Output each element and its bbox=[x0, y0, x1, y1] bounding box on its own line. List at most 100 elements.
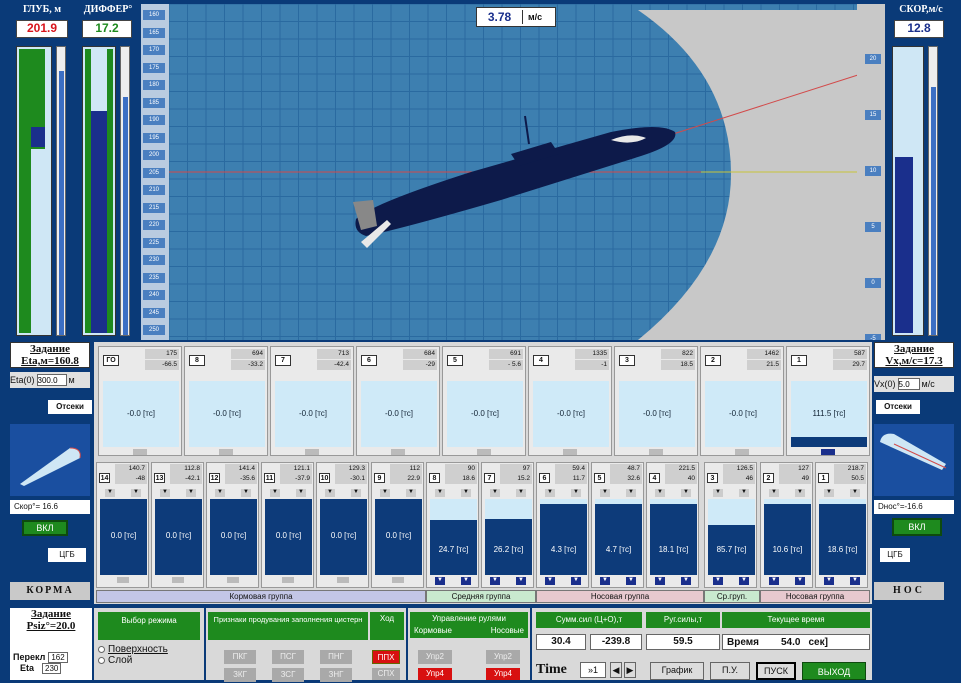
valve-left-icon[interactable]: ▼ bbox=[490, 489, 500, 497]
radio-layer[interactable] bbox=[98, 657, 105, 664]
signal-button[interactable]: ЗКГ bbox=[224, 668, 256, 682]
valve-right-icon[interactable]: ▼ bbox=[131, 489, 141, 497]
top-tank-cell[interactable]: 4 1335 -1 -0.0 [тс] bbox=[528, 346, 612, 456]
bottom-tank-cell[interactable]: 1 218.7 50.5 ▼ ▼ 18.6 [тс] ▼ ▼ bbox=[815, 462, 868, 588]
blow-right-icon[interactable]: ▼ bbox=[681, 577, 691, 585]
mode-option-layer[interactable]: Слой bbox=[94, 655, 204, 666]
valve-right-icon[interactable]: ▼ bbox=[571, 489, 581, 497]
upr2-stern-button[interactable]: Упр2 bbox=[418, 650, 452, 664]
time-right-arrow-icon[interactable]: ▶ bbox=[624, 662, 636, 678]
blow-left-icon[interactable]: ▼ bbox=[545, 577, 555, 585]
upr4-stern-button[interactable]: Упр4 bbox=[418, 668, 452, 680]
valve-left-icon[interactable]: ▼ bbox=[270, 489, 280, 497]
valve-right-icon[interactable]: ▼ bbox=[516, 489, 526, 497]
speed-slider[interactable] bbox=[928, 46, 938, 336]
bottom-tank-cell[interactable]: 2 127 49 ▼ ▼ 10.6 [тс] ▼ ▼ bbox=[760, 462, 813, 588]
upr4-bow-button[interactable]: Упр4 bbox=[486, 668, 520, 680]
bottom-tank-cell[interactable]: 5 48.7 32.6 ▼ ▼ 4.7 [тс] ▼ ▼ bbox=[591, 462, 644, 588]
signal-button[interactable]: ПНГ bbox=[320, 650, 352, 664]
bottom-tank-cell[interactable]: 6 59.4 11.7 ▼ ▼ 4.3 [тс] ▼ ▼ bbox=[536, 462, 589, 588]
bottom-tank-cell[interactable]: 4 221.5 40 ▼ ▼ 18.1 [тс] ▼ ▼ bbox=[646, 462, 699, 588]
time-left-arrow-icon[interactable]: ◀ bbox=[610, 662, 622, 678]
ppx-button[interactable]: ППХ bbox=[372, 650, 400, 664]
exit-button[interactable]: ВЫХОД bbox=[802, 662, 866, 680]
top-tank-cell[interactable]: ГО 175 -66.5 -0.0 [тс] bbox=[98, 346, 182, 456]
blow-right-icon[interactable]: ▼ bbox=[795, 577, 805, 585]
eta0-input[interactable] bbox=[36, 374, 67, 386]
valve-left-icon[interactable]: ▼ bbox=[105, 489, 115, 497]
blow-left-icon[interactable]: ▼ bbox=[600, 577, 610, 585]
bottom-tank-cell[interactable]: 7 97 15.2 ▼ ▼ 26.2 [тс] ▼ ▼ bbox=[481, 462, 534, 588]
valve-right-icon[interactable]: ▼ bbox=[739, 489, 749, 497]
valve-right-icon[interactable]: ▼ bbox=[241, 489, 251, 497]
time-row: Время 54.0 сек] bbox=[722, 634, 870, 650]
valve-right-icon[interactable]: ▼ bbox=[186, 489, 196, 497]
blow-left-icon[interactable]: ▼ bbox=[655, 577, 665, 585]
valve-left-icon[interactable]: ▼ bbox=[435, 489, 445, 497]
start-button[interactable]: ПУСК bbox=[756, 662, 796, 680]
valve-left-icon[interactable]: ▼ bbox=[713, 489, 723, 497]
valve-left-icon[interactable]: ▼ bbox=[160, 489, 170, 497]
valve-right-icon[interactable]: ▼ bbox=[681, 489, 691, 497]
bottom-tank-cell[interactable]: 13 112.8 -42.1 ▼ ▼ 0.0 [тс] bbox=[151, 462, 204, 588]
valve-left-icon[interactable]: ▼ bbox=[769, 489, 779, 497]
valve-left-icon[interactable]: ▼ bbox=[545, 489, 555, 497]
valve-right-icon[interactable]: ▼ bbox=[850, 489, 860, 497]
diff-slider[interactable] bbox=[120, 46, 130, 336]
blow-right-icon[interactable]: ▼ bbox=[739, 577, 749, 585]
blow-left-icon[interactable]: ▼ bbox=[713, 577, 723, 585]
bottom-tank-cell[interactable]: 14 140.7 -48 ▼ ▼ 0.0 [тс] bbox=[96, 462, 149, 588]
signal-button[interactable]: ЗНГ bbox=[320, 668, 352, 682]
valve-right-icon[interactable]: ▼ bbox=[351, 489, 361, 497]
radio-surface[interactable] bbox=[98, 646, 105, 653]
blow-left-icon[interactable]: ▼ bbox=[490, 577, 500, 585]
bottom-tank-cell[interactable]: 12 141.4 -35.6 ▼ ▼ 0.0 [тс] bbox=[206, 462, 259, 588]
valve-left-icon[interactable]: ▼ bbox=[215, 489, 225, 497]
valve-right-icon[interactable]: ▼ bbox=[626, 489, 636, 497]
blow-right-icon[interactable]: ▼ bbox=[626, 577, 636, 585]
valve-right-icon[interactable]: ▼ bbox=[461, 489, 471, 497]
spx-button[interactable]: СПХ bbox=[372, 668, 400, 680]
bottom-tank-cell[interactable]: 9 112 22.9 ▼ ▼ 0.0 [тс] bbox=[371, 462, 424, 588]
stern-cgb-label[interactable]: ЦГБ bbox=[48, 548, 86, 562]
top-tank-cell[interactable]: 3 822 18.5 -0.0 [тс] bbox=[614, 346, 698, 456]
bottom-tank-cell[interactable]: 8 90 18.6 ▼ ▼ 24.7 [тс] ▼ ▼ bbox=[426, 462, 479, 588]
pu-button[interactable]: П.У. bbox=[710, 662, 750, 680]
signal-button[interactable]: ПСГ bbox=[272, 650, 304, 664]
blow-left-icon[interactable]: ▼ bbox=[769, 577, 779, 585]
bottom-tank-cell[interactable]: 10 129.3 -30.1 ▼ ▼ 0.0 [тс] bbox=[316, 462, 369, 588]
top-tank-cell[interactable]: 2 1462 21.5 -0.0 [тс] bbox=[700, 346, 784, 456]
blow-right-icon[interactable]: ▼ bbox=[461, 577, 471, 585]
top-tank-cell[interactable]: 8 694 -33.2 -0.0 [тс] bbox=[184, 346, 268, 456]
top-tank-cell[interactable]: 5 691- 5.6 -0.0 [тс] bbox=[442, 346, 526, 456]
bottom-tank-cell[interactable]: 3 126.5 46 ▼ ▼ 85.7 [тс] ▼ ▼ bbox=[704, 462, 757, 588]
stern-on-button[interactable]: ВКЛ bbox=[22, 520, 68, 536]
signal-button[interactable]: ПКГ bbox=[224, 650, 256, 664]
valve-left-icon[interactable]: ▼ bbox=[655, 489, 665, 497]
valve-right-icon[interactable]: ▼ bbox=[795, 489, 805, 497]
blow-left-icon[interactable]: ▼ bbox=[824, 577, 834, 585]
bow-on-button[interactable]: ВКЛ bbox=[892, 518, 942, 536]
valve-right-icon[interactable]: ▼ bbox=[406, 489, 416, 497]
top-tank-cell[interactable]: 1 587 29.7 111.5 [тс] bbox=[786, 346, 870, 456]
valve-left-icon[interactable]: ▼ bbox=[600, 489, 610, 497]
blow-left-icon[interactable]: ▼ bbox=[435, 577, 445, 585]
blow-right-icon[interactable]: ▼ bbox=[516, 577, 526, 585]
upr2-bow-button[interactable]: Упр2 bbox=[486, 650, 520, 664]
bottom-tank-cell[interactable]: 11 121.1 -37.9 ▼ ▼ 0.0 [тс] bbox=[261, 462, 314, 588]
blow-right-icon[interactable]: ▼ bbox=[571, 577, 581, 585]
valve-left-icon[interactable]: ▼ bbox=[380, 489, 390, 497]
valve-right-icon[interactable]: ▼ bbox=[296, 489, 306, 497]
blow-right-icon[interactable]: ▼ bbox=[850, 577, 860, 585]
valve-left-icon[interactable]: ▼ bbox=[325, 489, 335, 497]
top-tank-cell[interactable]: 6 684 -29 -0.0 [тс] bbox=[356, 346, 440, 456]
bow-cgb-label[interactable]: ЦГБ bbox=[880, 548, 910, 562]
speed-multiplier[interactable]: »1 bbox=[580, 662, 606, 678]
top-tank-cell[interactable]: 7 713 -42.4 -0.0 [тс] bbox=[270, 346, 354, 456]
vx0-input[interactable] bbox=[897, 378, 920, 390]
depth-slider[interactable] bbox=[56, 46, 66, 336]
graph-button[interactable]: График bbox=[650, 662, 704, 680]
mode-option-surface[interactable]: Поверхность bbox=[94, 644, 204, 655]
valve-left-icon[interactable]: ▼ bbox=[824, 489, 834, 497]
signal-button[interactable]: ЗСГ bbox=[272, 668, 304, 682]
